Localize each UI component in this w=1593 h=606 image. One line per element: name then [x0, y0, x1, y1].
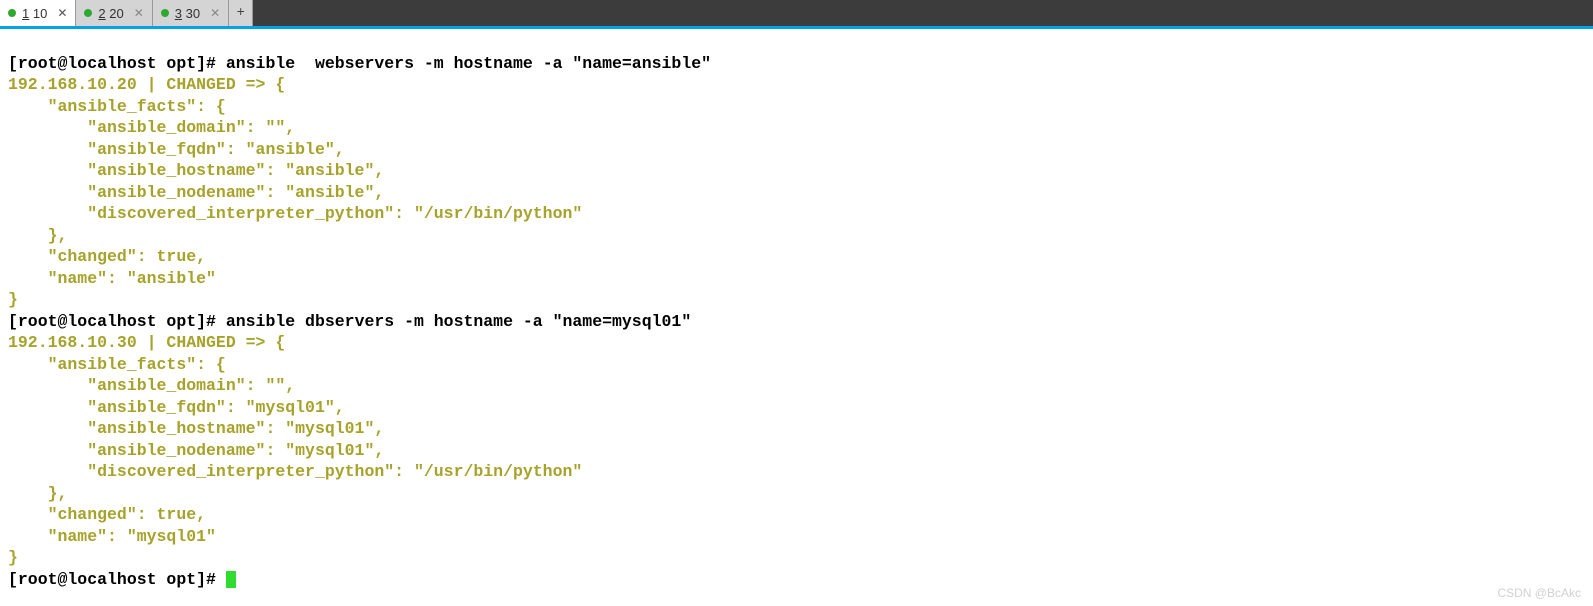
tab-3[interactable]: 3 30 ✕: [153, 0, 229, 26]
output-line: "name": "ansible": [8, 269, 216, 288]
tab-label: 3 30: [175, 6, 200, 21]
output-line: "changed": true,: [8, 505, 206, 524]
output-line: 192.168.10.30 | CHANGED => {: [8, 333, 285, 352]
status-dot-icon: [84, 9, 92, 17]
cursor-icon: [226, 571, 236, 588]
output-line: "discovered_interpreter_python": "/usr/b…: [8, 204, 582, 223]
output-line: "ansible_facts": {: [8, 355, 226, 374]
status-dot-icon: [8, 9, 16, 17]
shell-prompt: [root@localhost opt]#: [8, 570, 226, 589]
command-text: ansible webservers -m hostname -a "name=…: [226, 54, 711, 73]
shell-prompt: [root@localhost opt]#: [8, 54, 226, 73]
tab-label: 2 20: [98, 6, 123, 21]
output-line: "ansible_domain": "",: [8, 118, 295, 137]
output-line: 192.168.10.20 | CHANGED => {: [8, 75, 285, 94]
close-icon[interactable]: ✕: [130, 6, 144, 20]
tab-bar: 1 10 ✕ 2 20 ✕ 3 30 ✕ +: [0, 0, 1593, 26]
output-line: "ansible_domain": "",: [8, 376, 295, 395]
tab-2[interactable]: 2 20 ✕: [76, 0, 152, 26]
output-line: "ansible_fqdn": "mysql01",: [8, 398, 345, 417]
output-line: },: [8, 484, 67, 503]
output-line: "ansible_nodename": "ansible",: [8, 183, 384, 202]
output-line: },: [8, 226, 67, 245]
command-text: ansible dbservers -m hostname -a "name=m…: [226, 312, 691, 331]
output-line: }: [8, 290, 18, 309]
output-line: "ansible_facts": {: [8, 97, 226, 116]
output-line: "ansible_hostname": "ansible",: [8, 161, 384, 180]
terminal-output[interactable]: [root@localhost opt]# ansible webservers…: [0, 29, 1593, 594]
status-dot-icon: [161, 9, 169, 17]
watermark-text: CSDN @BcAkc: [1497, 586, 1581, 600]
close-icon[interactable]: ✕: [53, 6, 67, 20]
output-line: "name": "mysql01": [8, 527, 216, 546]
tab-label: 1 10: [22, 6, 47, 21]
close-icon[interactable]: ✕: [206, 6, 220, 20]
output-line: "ansible_hostname": "mysql01",: [8, 419, 384, 438]
output-line: "changed": true,: [8, 247, 206, 266]
output-line: "discovered_interpreter_python": "/usr/b…: [8, 462, 582, 481]
output-line: "ansible_nodename": "mysql01",: [8, 441, 384, 460]
output-line: "ansible_fqdn": "ansible",: [8, 140, 345, 159]
output-line: }: [8, 548, 18, 567]
add-tab-button[interactable]: +: [229, 0, 253, 26]
shell-prompt: [root@localhost opt]#: [8, 312, 226, 331]
tab-1[interactable]: 1 10 ✕: [0, 0, 76, 26]
